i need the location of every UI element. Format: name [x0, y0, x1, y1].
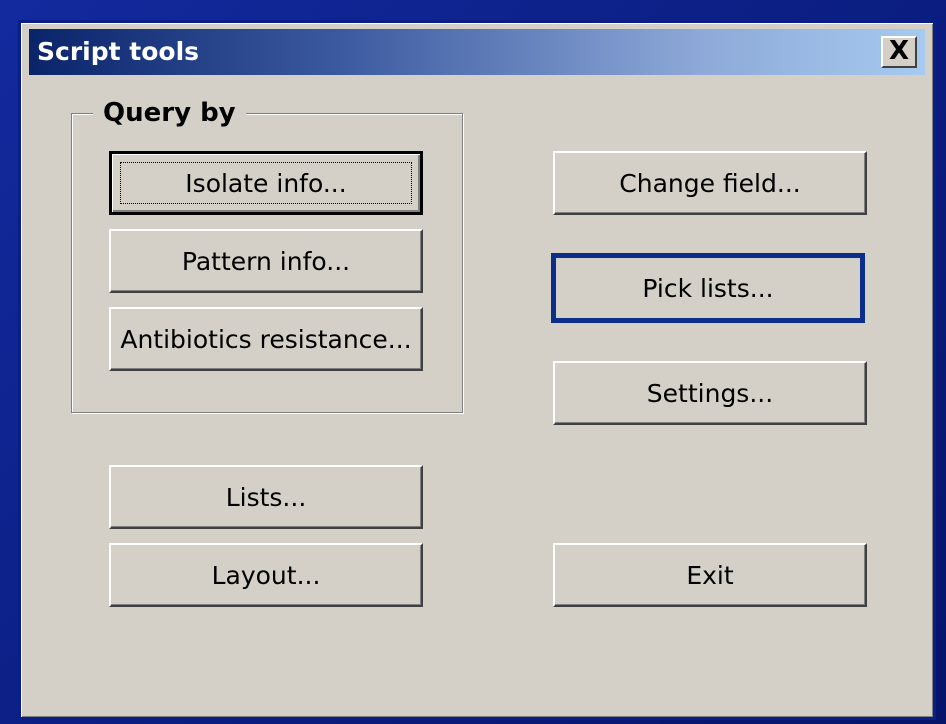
settings-label: Settings...: [646, 378, 774, 408]
isolate-info-button[interactable]: Isolate info...: [109, 151, 423, 215]
close-button[interactable]: X: [881, 36, 917, 68]
settings-button[interactable]: Settings...: [553, 361, 867, 425]
pick-lists-button[interactable]: Pick lists...: [551, 253, 865, 323]
window-title: Script tools: [37, 37, 200, 66]
title-bar[interactable]: Script tools X: [29, 29, 925, 75]
isolate-info-label: Isolate info...: [185, 168, 347, 198]
layout-label: Layout...: [211, 560, 321, 590]
exit-label: Exit: [686, 560, 734, 590]
exit-button[interactable]: Exit: [553, 543, 867, 607]
query-by-label: Query by: [93, 97, 246, 129]
pick-lists-label: Pick lists...: [642, 273, 774, 303]
antibiotics-resistance-label: Antibiotics resistance...: [120, 324, 412, 354]
layout-button[interactable]: Layout...: [109, 543, 423, 607]
lists-button[interactable]: Lists...: [109, 465, 423, 529]
pattern-info-label: Pattern info...: [181, 246, 351, 276]
script-tools-dialog: Script tools X Query by Isolate info... …: [18, 20, 936, 720]
pattern-info-button[interactable]: Pattern info...: [109, 229, 423, 293]
change-field-label: Change field...: [619, 168, 801, 198]
change-field-button[interactable]: Change field...: [553, 151, 867, 215]
antibiotics-resistance-button[interactable]: Antibiotics resistance...: [109, 307, 423, 371]
lists-label: Lists...: [225, 482, 307, 512]
